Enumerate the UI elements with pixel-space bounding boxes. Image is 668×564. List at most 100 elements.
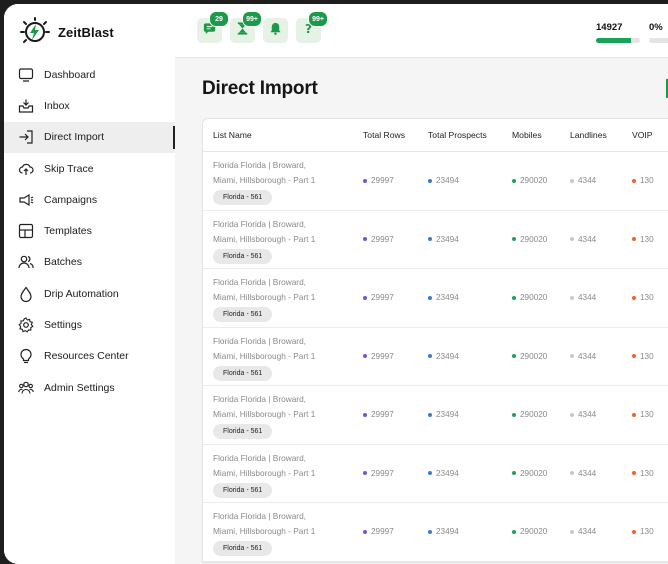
usage-progress	[649, 38, 668, 43]
list-name-line1: Florida Florida | Broward,	[213, 452, 306, 463]
sidebar-item-label: Direct Import	[44, 131, 105, 144]
voip-cell: 130	[632, 235, 654, 244]
sidebar-item-templates[interactable]: Templates	[4, 215, 175, 246]
total-rows-cell: 29997	[363, 527, 394, 536]
sidebar-item-skip-trace[interactable]: Skip Trace	[4, 153, 175, 184]
templates-icon	[18, 223, 34, 239]
messages-badge: 29	[209, 11, 229, 27]
sidebar-item-drip-automation[interactable]: Drip Automation	[4, 278, 175, 309]
list-name-line2: Miami, Hillsborough - Part 1	[213, 526, 316, 536]
status-dot	[512, 295, 516, 300]
sidebar-item-label: Campaigns	[44, 193, 98, 206]
mobiles-value: 290020	[520, 176, 548, 185]
status-dot	[570, 529, 574, 534]
sidebar-item-label: Inbox	[44, 99, 70, 112]
table-row[interactable]: Florida Florida | Broward, Miami, Hillsb…	[203, 269, 668, 328]
monitor-icon	[18, 67, 34, 83]
total-rows-value: 29997	[371, 527, 394, 536]
total-prospects-cell: 23494	[428, 293, 459, 302]
sidebar-item-inbox[interactable]: Inbox	[4, 90, 175, 121]
sidebar-item-label: Admin Settings	[44, 381, 115, 394]
voip-value: 130	[640, 351, 654, 361]
list-name-cell: Florida Florida | Broward, Miami, Hillsb…	[213, 158, 338, 205]
import-table: List Name Total Rows Total Prospects Mob…	[202, 118, 668, 563]
pending-button[interactable]: 99+	[230, 11, 262, 43]
app-window: ZeitBlast Dashboard Inbox Direct Import …	[4, 4, 668, 564]
sidebar-item-batches[interactable]: Batches	[4, 247, 175, 278]
sidebar-item-label: Skip Trace	[44, 162, 94, 175]
voip-cell: 130	[632, 352, 654, 361]
sidebar-item-label: Drip Automation	[44, 287, 119, 300]
credits-progress-fill	[596, 38, 632, 43]
help-button[interactable]: ? 99+	[296, 11, 328, 43]
status-dot	[512, 471, 516, 475]
status-dot	[428, 237, 432, 241]
voip-value: 130	[640, 293, 654, 302]
landlines-value: 4344	[578, 293, 597, 302]
status-dot	[363, 237, 367, 241]
list-name-line2: Miami, Hillsborough - Part 1	[213, 175, 316, 185]
inbox-icon	[18, 98, 34, 114]
lightning-logo-icon	[18, 17, 52, 47]
total-prospects-value: 23494	[436, 410, 459, 419]
list-name-line1: Florida Florida | Broward,	[213, 218, 306, 229]
list-name-line1: Florida Florida | Broward,	[213, 160, 306, 170]
column-header: Total Prospects	[428, 130, 487, 140]
list-tag: Florida - 561	[213, 248, 273, 264]
sidebar-nav: Dashboard Inbox Direct Import Skip Trace…	[4, 59, 175, 403]
status-dot	[512, 237, 516, 241]
sidebar-item-dashboard[interactable]: Dashboard	[4, 59, 175, 90]
status-dot	[570, 412, 574, 417]
mobiles-cell: 290020	[512, 469, 547, 478]
status-dot	[632, 295, 636, 300]
credits-progress	[596, 38, 640, 43]
sidebar-item-label: Dashboard	[44, 68, 96, 81]
logo[interactable]: ZeitBlast	[18, 17, 114, 47]
list-name-line1: Florida Florida | Broward,	[213, 511, 306, 521]
status-dot	[363, 178, 367, 183]
table-row[interactable]: Florida Florida | Broward, Miami, Hillsb…	[203, 328, 668, 386]
table-row[interactable]: Florida Florida | Broward, Miami, Hillsb…	[203, 386, 668, 445]
list-name-cell: Florida Florida | Broward, Miami, Hillsb…	[213, 275, 338, 322]
sidebar-item-direct-import[interactable]: Direct Import	[4, 121, 175, 153]
table-row[interactable]: Florida Florida | Broward, Miami, Hillsb…	[203, 503, 668, 562]
mobiles-cell: 290020	[512, 235, 547, 244]
status-dot	[363, 471, 367, 475]
sidebar-item-resources-center[interactable]: Resources Center	[4, 341, 175, 372]
list-name-line2: Miami, Hillsborough - Part 1	[213, 409, 316, 419]
list-name-cell: Florida Florida | Broward, Miami, Hillsb…	[213, 392, 338, 439]
app-name: ZeitBlast	[58, 24, 114, 40]
voip-cell: 130	[632, 293, 654, 302]
voip-cell: 130	[632, 469, 654, 478]
list-tag: Florida - 561	[213, 365, 273, 381]
notifications-button[interactable]	[263, 18, 288, 43]
status-dot	[570, 178, 574, 183]
messages-button[interactable]: 29	[197, 11, 229, 43]
table-row[interactable]: Florida Florida | Broward, Miami, Hillsb…	[203, 445, 668, 503]
table-row[interactable]: Florida Florida | Broward, Miami, Hillsb…	[203, 152, 668, 211]
main-content: Direct Import List Name Total Rows Total…	[175, 58, 668, 564]
table-row[interactable]: Florida Florida | Broward, Miami, Hillsb…	[203, 211, 668, 269]
voip-cell: 130	[632, 527, 654, 536]
status-dot	[428, 295, 432, 300]
list-name-line2: Miami, Hillsborough - Part 1	[213, 292, 316, 302]
total-rows-value: 29997	[371, 468, 394, 478]
top-bar: 29 99+ ? 99+ 14927 0%	[175, 4, 668, 58]
sidebar-item-label: Resources Center	[44, 350, 129, 363]
sidebar-item-admin-settings[interactable]: Admin Settings	[4, 372, 175, 403]
table-header: List Name Total Rows Total Prospects Mob…	[203, 119, 668, 152]
sidebar-item-settings[interactable]: Settings	[4, 309, 175, 340]
sidebar-item-campaigns[interactable]: Campaigns	[4, 184, 175, 215]
landlines-cell: 4344	[570, 293, 596, 302]
mobiles-cell: 290020	[512, 176, 547, 185]
status-dot	[632, 529, 636, 534]
total-rows-value: 29997	[371, 176, 394, 185]
column-header: Total Rows	[363, 130, 406, 140]
list-name-line2: Miami, Hillsborough - Part 1	[213, 350, 316, 361]
mobiles-cell: 290020	[512, 527, 547, 536]
total-rows-cell: 29997	[363, 176, 394, 185]
column-header: VOIP	[632, 130, 653, 140]
list-tag: Florida - 561	[213, 482, 273, 498]
status-dot	[512, 529, 516, 534]
landlines-value: 4344	[578, 176, 597, 185]
